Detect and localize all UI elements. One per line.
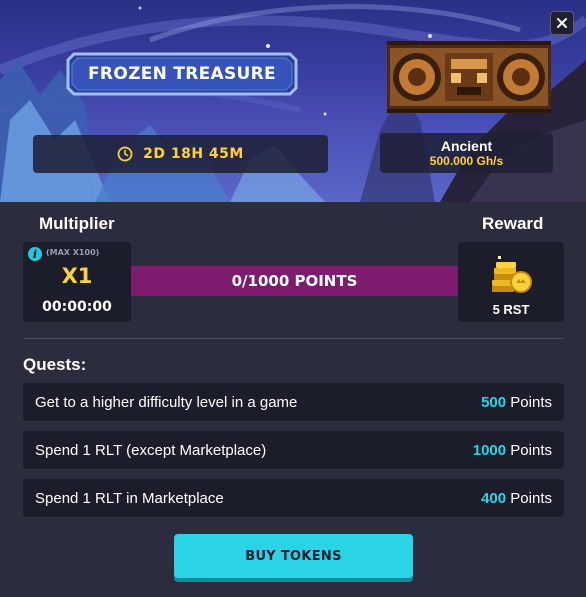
clock-icon <box>117 146 133 162</box>
miner-image <box>387 41 551 113</box>
reward-panel: 5 RST <box>458 242 564 322</box>
points-progress-bar: 0/1000 POINTS <box>131 266 458 296</box>
multiplier-time: 00:00:00 <box>42 299 112 315</box>
miner-name: Ancient <box>440 138 493 154</box>
quest-item: Spend 1 RLT in Marketplace 400 Points <box>23 479 564 517</box>
multiplier-title: Multiplier <box>39 214 115 233</box>
quest-points-value: 400 <box>481 489 507 507</box>
info-icon[interactable]: i <box>28 247 42 261</box>
miner-power: 500.000 Gh/s <box>429 154 504 168</box>
timer-value: 2D 18H 45M <box>143 146 244 162</box>
buy-tokens-label: BUY TOKENS <box>245 548 342 564</box>
quest-item: Spend 1 RLT (except Marketplace) 1000 Po… <box>23 431 564 469</box>
event-timer: 2D 18H 45M <box>33 135 328 173</box>
quest-label: Get to a higher difficulty level in a ga… <box>35 393 298 411</box>
quest-points: 500 Points <box>481 394 552 411</box>
quest-points-suffix: Points <box>510 441 552 459</box>
quest-points-value: 500 <box>481 393 507 411</box>
reward-amount: 5 RST <box>492 302 530 317</box>
quest-item: Get to a higher difficulty level in a ga… <box>23 383 564 421</box>
quest-points: 1000 Points <box>473 442 552 459</box>
quest-points: 400 Points <box>481 490 552 507</box>
quest-points-suffix: Points <box>510 489 552 507</box>
coin-stack-icon <box>492 256 532 293</box>
close-button[interactable] <box>550 11 574 35</box>
max-multiplier-label: (MAX X100) <box>46 248 100 257</box>
event-title: FROZEN TREASURE <box>88 64 276 84</box>
reward-title: Reward <box>482 214 544 233</box>
quests-title: Quests: <box>23 355 87 374</box>
buy-tokens-button[interactable]: BUY TOKENS <box>174 534 413 578</box>
ancient-miner-icon <box>387 41 551 113</box>
multiplier-value: X1 <box>61 264 93 288</box>
section-divider <box>23 338 564 339</box>
event-title-plate: FROZEN TREASURE <box>66 52 298 96</box>
points-progress-text: 0/1000 POINTS <box>231 272 358 290</box>
quest-label: Spend 1 RLT in Marketplace <box>35 489 224 507</box>
event-banner: FROZEN TREASURE 2D 18H 45M Ancient 500.0… <box>0 0 586 202</box>
miner-info: Ancient 500.000 Gh/s <box>380 133 553 173</box>
quest-points-value: 1000 <box>472 441 507 459</box>
multiplier-panel: i (MAX X100) X1 00:00:00 <box>23 242 131 322</box>
quest-points-suffix: Points <box>510 393 552 411</box>
close-icon <box>557 18 567 28</box>
quest-label: Spend 1 RLT (except Marketplace) <box>35 441 267 459</box>
